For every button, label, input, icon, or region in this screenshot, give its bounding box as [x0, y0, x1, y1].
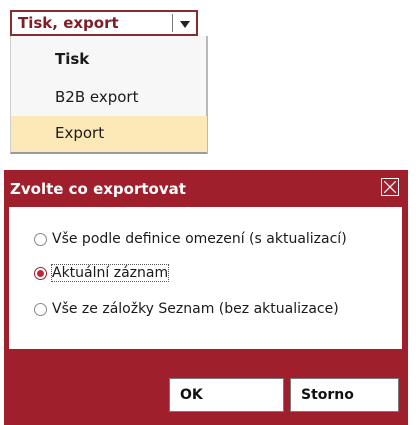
- dialog-body: Vše podle definice omezení (s aktualizac…: [9, 207, 402, 349]
- menu-item-export[interactable]: Export: [11, 116, 207, 152]
- option-label: Vše podle definice omezení (s aktualizac…: [52, 231, 347, 247]
- option-current-record[interactable]: Aktuální záznam: [34, 262, 170, 284]
- option-all-from-list[interactable]: Vše ze záložky Seznam (bez aktualizace): [34, 298, 339, 320]
- dialog-title: Zvolte co exportovat: [10, 180, 186, 198]
- ok-button[interactable]: OK: [169, 378, 284, 412]
- option-label: Vše ze záložky Seznam (bez aktualizace): [52, 301, 339, 317]
- option-label: Aktuální záznam: [50, 264, 170, 282]
- export-dialog: Zvolte co exportovat Vše podle definice …: [4, 170, 408, 425]
- option-all-by-filter[interactable]: Vše podle definice omezení (s aktualizac…: [34, 228, 347, 250]
- combobox-divider: [172, 14, 173, 32]
- menu-item-label: Export: [55, 124, 105, 142]
- radio-button[interactable]: [34, 302, 47, 316]
- button-label: OK: [180, 387, 203, 403]
- menu-item-label: B2B export: [55, 88, 139, 106]
- dropdown-menu: Tisk B2B export Export: [10, 36, 208, 154]
- combobox-selected-value: Tisk, export: [18, 14, 119, 32]
- cancel-button[interactable]: Storno: [290, 378, 399, 412]
- menu-item-b2b-export[interactable]: B2B export: [11, 80, 207, 116]
- menu-item-label: Tisk: [55, 50, 90, 68]
- button-label: Storno: [301, 387, 354, 403]
- print-export-combobox[interactable]: Tisk, export: [10, 10, 198, 36]
- menu-item-tisk[interactable]: Tisk: [11, 42, 207, 78]
- radio-button-checked[interactable]: [34, 266, 47, 280]
- chevron-down-icon[interactable]: [174, 15, 196, 33]
- radio-button[interactable]: [34, 232, 47, 246]
- close-icon[interactable]: [381, 178, 399, 196]
